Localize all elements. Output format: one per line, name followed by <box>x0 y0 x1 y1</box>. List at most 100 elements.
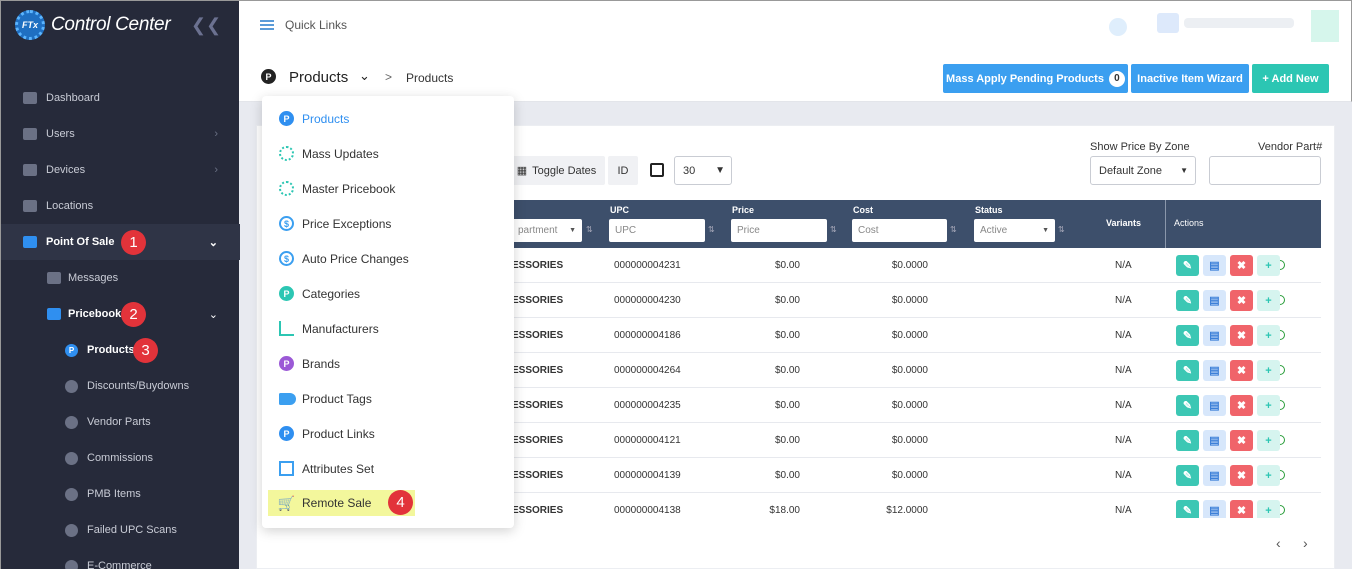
table-row[interactable]: ESSORIES 000000004186 $0.00 $0.0000 N/A ✎ ▤ ✖ + <box>512 318 1321 353</box>
sidebar-item-users[interactable]: Users › <box>1 116 240 152</box>
add-variant-button[interactable]: + <box>1257 325 1280 346</box>
quick-links-menu-icon[interactable] <box>260 20 274 30</box>
sidebar-item-vendor-parts[interactable]: Vendor Parts <box>1 404 240 440</box>
delete-button[interactable]: ✖ <box>1230 255 1253 276</box>
menu-item-master-pricebook[interactable]: Master Pricebook <box>262 171 514 206</box>
details-button[interactable]: ▤ <box>1203 430 1226 451</box>
add-variant-button[interactable]: + <box>1257 395 1280 416</box>
edit-button[interactable]: ✎ <box>1176 430 1199 451</box>
sort-icon[interactable]: ⇅ <box>830 225 837 234</box>
edit-button[interactable]: ✎ <box>1176 360 1199 381</box>
sidebar-item-dashboard[interactable]: Dashboard <box>1 80 240 116</box>
sidebar-item-devices[interactable]: Devices › <box>1 152 240 188</box>
sort-icon[interactable]: ⇅ <box>586 225 593 234</box>
status-filter[interactable]: Active ▼ <box>974 219 1055 242</box>
collapse-sidebar-icon[interactable]: ❮❮ <box>191 15 221 36</box>
sidebar-item-discounts-buydowns[interactable]: Discounts/Buydowns <box>1 368 240 404</box>
menu-item-price-exceptions[interactable]: $ Price Exceptions <box>262 206 514 241</box>
edit-button[interactable]: ✎ <box>1176 465 1199 486</box>
add-new-button[interactable]: + Add New <box>1252 64 1329 93</box>
menu-item-attributes-set[interactable]: Attributes Set <box>262 451 514 486</box>
delete-button[interactable]: ✖ <box>1230 395 1253 416</box>
add-variant-button[interactable]: + <box>1257 430 1280 451</box>
add-variant-button[interactable]: + <box>1257 360 1280 381</box>
sidebar-item-e-commerce[interactable]: E-Commerce <box>1 548 240 569</box>
menu-item-products[interactable]: P Products <box>262 101 514 136</box>
prev-page-button[interactable]: ‹ <box>1276 535 1281 551</box>
menu-item-product-tags[interactable]: Product Tags <box>262 381 514 416</box>
details-button[interactable]: ▤ <box>1203 465 1226 486</box>
user-name[interactable] <box>1184 18 1294 28</box>
delete-button[interactable]: ✖ <box>1230 465 1253 486</box>
details-button[interactable]: ▤ <box>1203 500 1226 518</box>
add-variant-button[interactable]: + <box>1257 290 1280 311</box>
user-menu-button[interactable] <box>1311 10 1339 42</box>
chevron-down-icon[interactable]: ⌄ <box>359 68 370 84</box>
delete-button[interactable]: ✖ <box>1230 290 1253 311</box>
sidebar-item-locations[interactable]: Locations <box>1 188 240 224</box>
user-avatar[interactable] <box>1157 13 1179 33</box>
zone-select[interactable]: Default Zone ▼ <box>1090 156 1196 185</box>
menu-item-mass-updates[interactable]: Mass Updates <box>262 136 514 171</box>
page-size-select[interactable]: 30 ▼ <box>674 156 732 185</box>
add-variant-button[interactable]: + <box>1257 255 1280 276</box>
cost-cell: $0.0000 <box>891 470 928 481</box>
edit-button[interactable]: ✎ <box>1176 255 1199 276</box>
menu-item-brands[interactable]: P Brands <box>262 346 514 381</box>
details-button[interactable]: ▤ <box>1203 395 1226 416</box>
details-button[interactable]: ▤ <box>1203 255 1226 276</box>
table-row[interactable]: ESSORIES 000000004264 $0.00 $0.0000 N/A ✎ ▤ ✖ + <box>512 353 1321 388</box>
add-variant-button[interactable]: + <box>1257 500 1280 518</box>
page-title-dropdown[interactable]: Products <box>289 69 348 86</box>
delete-button[interactable]: ✖ <box>1230 360 1253 381</box>
table-row[interactable]: ESSORIES 000000004121 $0.00 $0.0000 N/A ✎ ▤ ✖ + <box>512 423 1321 458</box>
details-button[interactable]: ▤ <box>1203 325 1226 346</box>
menu-item-manufacturers[interactable]: Manufacturers <box>262 311 514 346</box>
table-row[interactable]: ESSORIES 000000004235 $0.00 $0.0000 N/A ✎ ▤ ✖ + <box>512 388 1321 423</box>
app-logo[interactable]: FTx Control Center <box>15 10 171 40</box>
menu-item-categories[interactable]: P Categories <box>262 276 514 311</box>
sidebar-item-pmb-items[interactable]: PMB Items <box>1 476 240 512</box>
delete-button[interactable]: ✖ <box>1230 430 1253 451</box>
delete-button[interactable]: ✖ <box>1230 325 1253 346</box>
sidebar-item-point-of-sale[interactable]: Point Of Sale ⌄ 1 <box>1 224 240 260</box>
inactive-item-wizard-button[interactable]: Inactive Item Wizard <box>1131 64 1249 93</box>
print-icon[interactable] <box>650 163 664 177</box>
sidebar-item-pricebook[interactable]: Pricebook ⌄ 2 <box>1 296 240 332</box>
menu-item-remote-sale[interactable]: 🛒 Remote Sale 4 <box>268 490 415 516</box>
table-row[interactable]: ESSORIES 000000004230 $0.00 $0.0000 N/A ✎ ▤ ✖ + <box>512 283 1321 318</box>
details-button[interactable]: ▤ <box>1203 290 1226 311</box>
department-filter[interactable]: partment ▼ <box>512 219 582 242</box>
quick-links-label[interactable]: Quick Links <box>285 18 347 32</box>
add-variant-button[interactable]: + <box>1257 465 1280 486</box>
edit-button[interactable]: ✎ <box>1176 290 1199 311</box>
vendor-part-input[interactable] <box>1209 156 1321 185</box>
notification-icon[interactable] <box>1109 18 1127 36</box>
mass-apply-pending-button[interactable]: Mass Apply Pending Products 0 <box>943 64 1128 93</box>
sidebar-item-products[interactable]: P Products 3 <box>1 332 240 368</box>
price-filter[interactable]: Price <box>731 219 827 242</box>
menu-item-auto-price-changes[interactable]: $ Auto Price Changes <box>262 241 514 276</box>
upc-filter[interactable]: UPC <box>609 219 705 242</box>
table-row[interactable]: ESSORIES 000000004139 $0.00 $0.0000 N/A ✎ ▤ ✖ + <box>512 458 1321 493</box>
sort-icon[interactable]: ⇅ <box>708 225 715 234</box>
toggle-dates-button[interactable]: ▦ Toggle Dates <box>508 156 605 185</box>
edit-button[interactable]: ✎ <box>1176 500 1199 518</box>
edit-button[interactable]: ✎ <box>1176 325 1199 346</box>
details-button[interactable]: ▤ <box>1203 360 1226 381</box>
sidebar-item-label: Failed UPC Scans <box>87 524 177 536</box>
sidebar-item-messages[interactable]: Messages <box>1 260 240 296</box>
id-button[interactable]: ID <box>608 156 638 185</box>
department-cell: ESSORIES <box>512 470 564 481</box>
sidebar-item-failed-upc-scans[interactable]: Failed UPC Scans <box>1 512 240 548</box>
sort-icon[interactable]: ⇅ <box>1058 225 1065 234</box>
cost-filter[interactable]: Cost <box>852 219 947 242</box>
delete-button[interactable]: ✖ <box>1230 500 1253 518</box>
sort-icon[interactable]: ⇅ <box>950 225 957 234</box>
menu-item-product-links[interactable]: P Product Links <box>262 416 514 451</box>
next-page-button[interactable]: › <box>1303 535 1308 551</box>
edit-button[interactable]: ✎ <box>1176 395 1199 416</box>
sidebar-item-commissions[interactable]: Commissions <box>1 440 240 476</box>
table-row[interactable]: ESSORIES 000000004231 $0.00 $0.0000 N/A ✎ ▤ ✖ + <box>512 248 1321 283</box>
table-row[interactable]: ESSORIES 000000004138 $18.00 $12.0000 N/A ✎ ▤ ✖… <box>512 493 1321 518</box>
